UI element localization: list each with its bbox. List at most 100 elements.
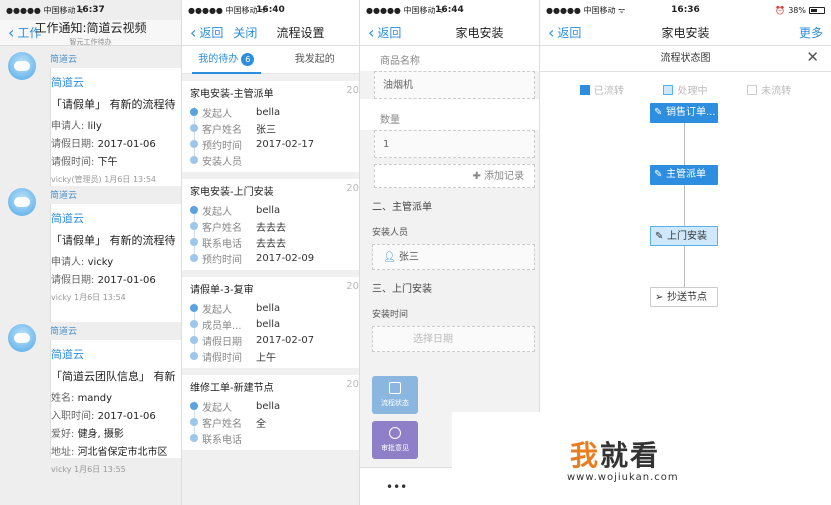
card-summary: 「请假单」 有新的流程待 xyxy=(51,234,176,247)
install-time-label: 安装时间 xyxy=(372,310,409,320)
card-field: 申请人: vicky xyxy=(51,253,181,268)
status-time: 16:44 xyxy=(435,5,464,15)
nav-bar: ‹ 返回 家电安装 更多 xyxy=(540,20,831,46)
task-field-value: bella xyxy=(256,106,281,118)
task-field: 联系电话 去去去 xyxy=(190,234,351,250)
flow-node-cc[interactable]: ➢ 抄送节点 xyxy=(650,287,718,307)
card-field-value: 2017-01-06 xyxy=(97,139,156,150)
sender-name: 简道云 xyxy=(50,191,78,201)
flow-status-button[interactable]: 流程状态 xyxy=(372,376,418,414)
more-dots-button[interactable]: ••• xyxy=(386,480,407,494)
chevron-left-icon: ‹ xyxy=(548,22,555,42)
status-bar: ●●●●● 中国移动 ᯤ 16:37 xyxy=(0,0,181,20)
avatar xyxy=(8,324,36,352)
user-icon: 👤︎ xyxy=(383,252,399,263)
back-button[interactable]: ‹ 工作 xyxy=(8,24,41,41)
user-icon xyxy=(190,206,198,214)
task-field: 发起人 bella xyxy=(190,398,351,414)
quantity-field[interactable]: 1 xyxy=(374,130,535,158)
message-card[interactable]: 简道云 「请假单」 有新的流程待 申请人: lily 请假日期: 2017-01-06… xyxy=(50,68,181,186)
task-field-key: 安装人员 xyxy=(202,156,242,168)
timeline-dot-icon xyxy=(190,418,198,426)
task-title: 家电安装-上门安装 xyxy=(190,187,274,198)
card-field-value: 河北省保定市北市区 xyxy=(77,447,168,458)
tab-my-started[interactable]: 我发起的 xyxy=(271,46,360,74)
card-title: 简道云 xyxy=(51,76,84,89)
flow-node-manager-dispatch[interactable]: ✎ 主管派单 xyxy=(650,165,718,185)
card-field-key: 申请人: xyxy=(51,257,88,268)
task-title: 请假单-3-复审 xyxy=(190,285,254,296)
task-field-value: bella xyxy=(256,302,281,314)
card-summary: 「简道云团队信息」 有新 xyxy=(51,370,176,383)
card-field-value: 下午 xyxy=(97,157,118,168)
legend-current: 处理中 xyxy=(663,82,707,97)
message-card[interactable]: 简道云「简道云团队信息」 有新 姓名: mandy 入职时间: 2017-01-06… xyxy=(50,340,181,474)
task-field: 预约时间 2017-02-17 xyxy=(190,136,351,152)
task-field: 客户姓名 张三 xyxy=(190,120,351,136)
task-number: 20 xyxy=(346,183,359,194)
message-item[interactable]: 简道云 简道云 「请假单」 有新的流程待 申请人: lily 请假日期: 2017-01… xyxy=(0,46,181,186)
legend-done-swatch xyxy=(579,84,590,95)
task-field-value: bella xyxy=(256,318,281,330)
task-card[interactable]: 家电安装-主管派单 20 发起人 bella 客户姓名 张三 预约时间 2017-02-17 安… xyxy=(182,81,359,172)
task-number: 20 xyxy=(346,281,359,292)
task-field-value: 全 xyxy=(256,418,266,430)
more-button[interactable]: 更多 xyxy=(799,24,823,41)
battery-icon xyxy=(809,6,825,14)
task-card[interactable]: 维修工单-新建节点 20 发起人 bella 客户姓名 全联系电话 xyxy=(182,375,359,450)
flow-sheet-header: 流程状态图 ✕ xyxy=(540,46,831,72)
task-field-key: 请假日期 xyxy=(202,336,242,348)
task-field-value: 上午 xyxy=(256,352,276,364)
flow-status-label: 流程状态 xyxy=(381,399,409,407)
back-label: 返回 xyxy=(199,26,224,40)
task-field-key: 发起人 xyxy=(202,304,232,316)
card-field: 申请人: lily xyxy=(51,117,181,132)
add-record-button[interactable]: ✚ 添加记录 xyxy=(374,164,535,188)
installer-value: 张三 xyxy=(398,252,419,263)
task-field-key: 预约时间 xyxy=(202,254,242,266)
back-button[interactable]: ‹ 返回 xyxy=(190,24,223,41)
task-field: 客户姓名 全 xyxy=(190,414,351,430)
status-bar: ●●●●● 中国移动 ᯤ 16:36 ⏰ 38% xyxy=(540,0,831,20)
task-field-key: 发起人 xyxy=(202,108,232,120)
section-onsite-install: 三、上门安装 xyxy=(372,284,432,295)
task-field-value: bella xyxy=(256,400,281,412)
chevron-left-icon: ‹ xyxy=(190,22,197,42)
card-field: 姓名: mandy xyxy=(51,389,181,404)
message-item[interactable]: 简道云简道云 「请假单」 有新的流程待 申请人: vicky 请假日期: 2017-0… xyxy=(0,182,181,322)
task-field-key: 客户姓名 xyxy=(202,418,242,430)
timeline-dot-icon xyxy=(190,238,198,246)
tab-my-todo[interactable]: 我的待办 6 xyxy=(182,46,271,74)
message-card[interactable]: 简道云 「请假单」 有新的流程待 申请人: vicky 请假日期: 2017-01-0… xyxy=(50,204,181,322)
installer-field[interactable]: 👤︎ 张三 xyxy=(372,244,535,270)
flow-legend: 已流转 处理中 未流转 xyxy=(540,72,831,97)
task-field: 联系电话 xyxy=(190,430,351,446)
product-name-label: 商品名称 xyxy=(360,46,539,71)
watermark-url: www.wojiukan.com xyxy=(567,472,679,483)
flow-node-label: 上门安装 xyxy=(667,231,707,242)
edit-icon: ✎ xyxy=(654,107,663,118)
flow-node-onsite-install[interactable]: ✎ 上门安装 xyxy=(650,226,718,246)
back-button[interactable]: ‹ 返回 xyxy=(368,24,401,41)
approval-opinion-button[interactable]: 审批意见 xyxy=(372,421,418,459)
task-field-key: 联系电话 xyxy=(202,238,242,250)
status-bar: ●●●●● 中国移动 ᯤ 16:44 xyxy=(360,0,539,20)
task-field-value: bella xyxy=(256,204,281,216)
task-card[interactable]: 家电安装-上门安装 20 发起人 bella 客户姓名 去去去 联系电话 去去去 预约时间 201… xyxy=(182,179,359,270)
product-name-field[interactable]: 油烟机 xyxy=(374,71,535,99)
card-field-value: vicky xyxy=(87,257,114,268)
install-time-field[interactable]: 选择日期 xyxy=(372,326,535,352)
close-button[interactable]: 关闭 xyxy=(233,24,257,41)
avatar xyxy=(8,188,36,216)
flow-node-sales-order[interactable]: ✎ 销售订单... xyxy=(650,103,718,123)
task-card[interactable]: 请假单-3-复审 20 发起人 bella 成员单... bella 请假日期 2017-02… xyxy=(182,277,359,368)
message-item[interactable]: 简道云 简道云「简道云团队信息」 有新 姓名: mandy 入职时间: 2017-01… xyxy=(0,318,181,474)
task-field-key: 发起人 xyxy=(202,206,232,218)
close-icon[interactable]: ✕ xyxy=(806,50,819,65)
card-title: 简道云 xyxy=(51,348,84,361)
task-title: 维修工单-新建节点 xyxy=(190,383,274,394)
back-label: 返回 xyxy=(377,26,402,40)
timeline-dot-icon xyxy=(190,320,198,328)
back-button[interactable]: ‹ 返回 xyxy=(548,24,581,41)
card-field: 入职时间: 2017-01-06 xyxy=(51,407,181,422)
